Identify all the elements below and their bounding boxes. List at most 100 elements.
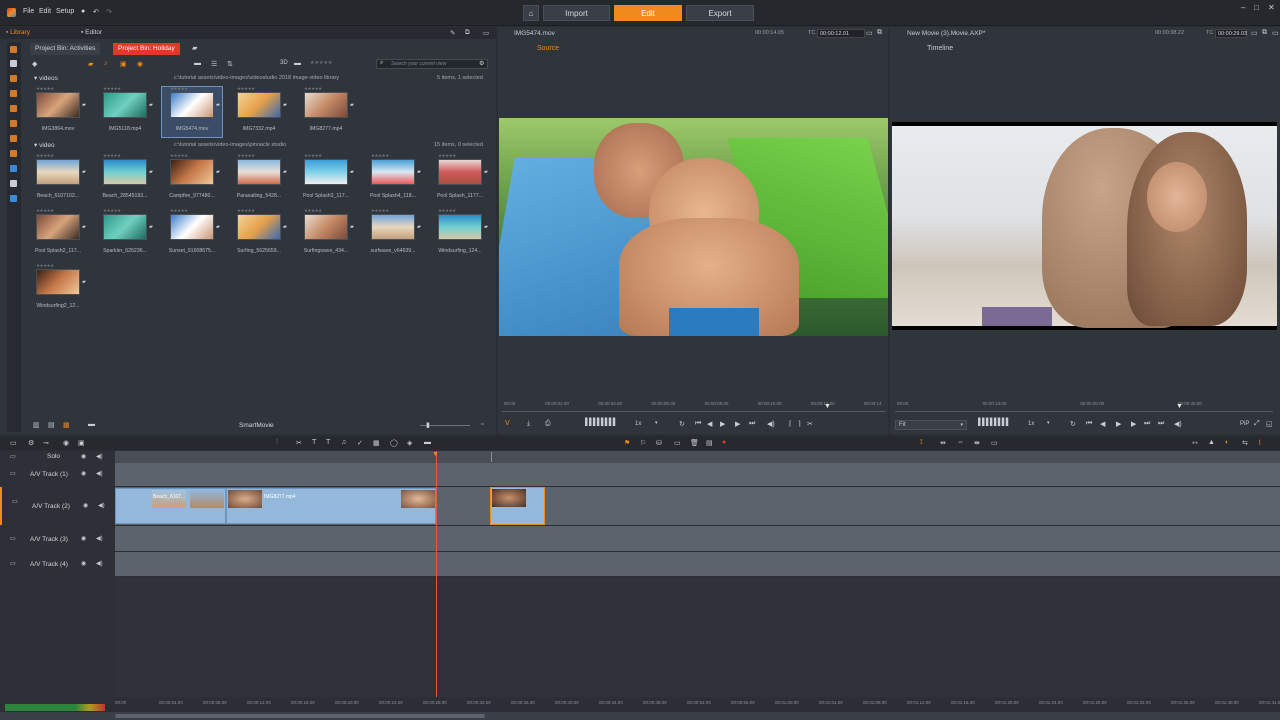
close-button[interactable]: ✕ [1268, 3, 1275, 12]
media-thumbnail[interactable] [170, 159, 214, 185]
tab-timeline[interactable]: Timeline [927, 45, 953, 52]
trash-icon[interactable]: 🗑 [690, 439, 699, 447]
media-thumbnail[interactable] [237, 214, 281, 240]
timeline-clip[interactable]: Beach_6107... [115, 488, 226, 524]
timeline-timecode[interactable]: 00:00:29.03 [1215, 29, 1247, 38]
flag-icon[interactable]: ⚐ [640, 439, 646, 447]
loop-icon[interactable]: ↻ [679, 420, 685, 428]
media-thumbnail[interactable] [304, 214, 348, 240]
media-thumbnail[interactable] [371, 159, 415, 185]
delete-icon[interactable]: ▥ [33, 421, 40, 429]
av-track-3-lane[interactable] [115, 526, 1280, 551]
track-4-eye-icon[interactable]: ◉ [81, 560, 86, 567]
timeline-playhead[interactable] [436, 451, 437, 711]
details-view-icon[interactable]: ▬ [88, 421, 95, 428]
menu-setup[interactable]: Setup [56, 8, 74, 15]
volume-icon[interactable]: ◀) [767, 420, 775, 428]
thumb-size-handle[interactable]: ▮ [426, 421, 430, 429]
new-bin-icon[interactable]: ▰ [192, 44, 197, 52]
mic-icon[interactable]: ♫ [341, 439, 346, 446]
av-track-3-header[interactable]: ▭ A/V Track (3) ◉ ◀) [0, 526, 115, 551]
3d-filter[interactable]: 3D [280, 60, 288, 66]
film-icon[interactable]: ▤ [706, 439, 713, 447]
tab-editor[interactable]: ▪ Editor [81, 29, 102, 36]
slip-icon[interactable]: ⇔ [957, 439, 964, 446]
track-4-speaker-icon[interactable]: ◀) [96, 560, 103, 567]
check-icon[interactable]: ✓ [357, 439, 363, 447]
track-3-eye-icon[interactable]: ◉ [81, 535, 86, 542]
dragged-clip[interactable] [490, 487, 545, 525]
media-thumbnail[interactable] [237, 159, 281, 185]
clear-marks-icon[interactable]: ✂ [807, 420, 813, 428]
media-thumbnail[interactable] [371, 214, 415, 240]
folder-icon[interactable]: ▬ [194, 60, 201, 67]
media-icon[interactable] [10, 60, 17, 67]
timeline-loop-icon[interactable]: ↻ [1070, 420, 1076, 428]
project-filter-icon[interactable]: ◉ [137, 60, 143, 68]
marker-icon[interactable]: ⚑ [624, 439, 630, 447]
photo-filter-icon[interactable]: ▣ [120, 60, 127, 68]
tag-filter-icon[interactable]: ▬ [294, 60, 301, 67]
effects-icon[interactable] [10, 75, 17, 82]
graphics-icon[interactable] [10, 150, 17, 157]
step-back-icon[interactable]: ◀ [707, 420, 712, 428]
timeline-step-forward-icon[interactable]: ▶ [1131, 420, 1136, 428]
menu-file[interactable]: File [23, 8, 34, 15]
lock-all-icon[interactable]: ▭ [10, 453, 16, 460]
rating-filter[interactable]: ★★★★★ [310, 60, 332, 66]
mixer-icon[interactable]: ▲ [1208, 439, 1215, 446]
folder-videos-header[interactable]: ▾ videos [34, 74, 58, 82]
timeline-speed-dropdown-icon[interactable]: ▾ [1047, 420, 1050, 426]
undo-icon[interactable]: ↶ [93, 8, 99, 16]
export-mode-button[interactable]: Export [686, 5, 754, 21]
source-timecode[interactable]: 00:00:12.01 [817, 29, 865, 38]
track-1-speaker-icon[interactable]: ◀) [96, 470, 103, 477]
mark-out-icon[interactable]: ⌉ [798, 420, 801, 428]
zoom-icon[interactable]: ⇆ [1242, 439, 1248, 447]
pin-icon[interactable]: ✎ [450, 29, 455, 37]
list-view-icon[interactable]: ☰ [211, 60, 217, 68]
timeline-scroll-thumb[interactable] [115, 714, 485, 718]
media-thumbnail[interactable] [304, 92, 348, 118]
audio-icon[interactable] [10, 105, 17, 112]
fit-icon[interactable]: ▫ [481, 421, 483, 428]
av-track-1-header[interactable]: ▭ A/V Track (1) ◉ ◀) [0, 463, 115, 486]
grid-icon[interactable]: ▦ [373, 439, 380, 447]
audio-meter-icon[interactable]: ◐ [1225, 439, 1229, 446]
scene-icon[interactable]: ▣ [78, 439, 85, 447]
tab-project-bin-activities[interactable]: Project Bin: Activities [30, 43, 101, 55]
float-panel-icon[interactable]: ⧉ [465, 29, 470, 37]
record-icon[interactable]: ● [722, 439, 726, 446]
razor-icon[interactable]: ✂ [296, 439, 302, 447]
timeline-go-start-icon[interactable]: ⏮ [1086, 420, 1092, 428]
media-thumbnail[interactable] [170, 214, 214, 240]
smartmovie-button[interactable]: SmartMovie [239, 422, 274, 429]
timeline-scrollbar[interactable] [0, 712, 1280, 720]
text-icon[interactable]: T [312, 439, 316, 446]
av-track-4-lane[interactable] [115, 552, 1280, 576]
fit-dropdown[interactable]: Fit ▾ [895, 420, 967, 430]
home-button[interactable]: ⌂ [523, 5, 539, 21]
av-track-1-lane[interactable] [115, 463, 1280, 486]
timeline-panel-icon[interactable]: ▭ [1272, 29, 1279, 37]
montage-icon[interactable] [10, 165, 17, 172]
track-2-speaker-icon[interactable]: ◀) [98, 502, 105, 509]
fullscreen-icon[interactable]: ⤢ [1254, 420, 1260, 428]
folder-video-header[interactable]: ▾ video [34, 141, 55, 149]
collections-icon[interactable] [10, 195, 17, 202]
sort-icon[interactable]: ⇅ [227, 60, 233, 68]
audio-filter-icon[interactable]: ♪ [104, 60, 108, 67]
sync-icon[interactable]: ◉ [63, 439, 69, 447]
media-thumbnail[interactable] [170, 92, 214, 118]
av-track-4-header[interactable]: ▭ A/V Track (4) ◉ ◀) [0, 552, 115, 576]
jog-wheel[interactable]: ▌▌▌▌▌▌▌▌ [585, 419, 618, 426]
timeline-jog-wheel[interactable]: ▌▌▌▌▌▌▌▌ [978, 419, 1011, 426]
circle-icon[interactable]: ◯ [390, 439, 398, 447]
speed-dropdown-icon[interactable]: ▾ [655, 420, 658, 426]
step-forward-icon[interactable]: ▶ [735, 420, 740, 428]
menu-edit[interactable]: Edit [39, 8, 51, 15]
pip-button[interactable]: PiP [1240, 421, 1249, 427]
play-icon[interactable]: ▶ [720, 420, 725, 428]
media-thumbnail[interactable] [237, 92, 281, 118]
split-icon[interactable]: ⇿ [1192, 439, 1198, 447]
